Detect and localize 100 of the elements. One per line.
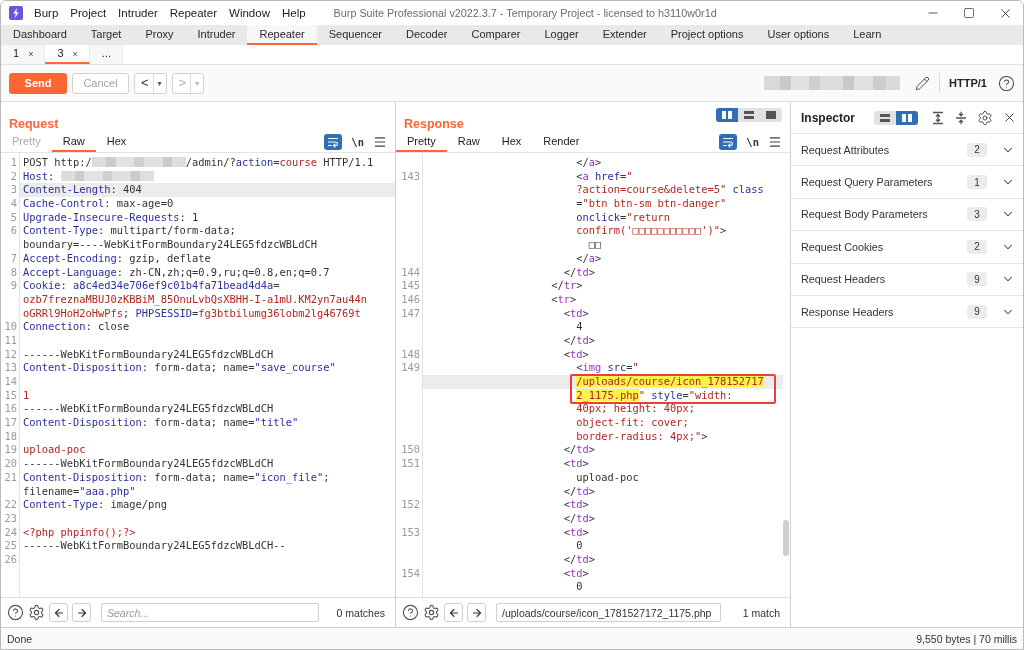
menu-item[interactable]: Help <box>275 5 312 21</box>
line-number: 151 <box>401 457 420 470</box>
code-line: Accept-Encoding: gzip, deflate <box>23 251 211 264</box>
line-number: 1 <box>10 156 17 168</box>
code-line: Host: <box>23 169 155 182</box>
settings-icon[interactable] <box>423 604 440 621</box>
line-number: 144 <box>401 265 420 278</box>
main-tab[interactable]: Proxy <box>133 25 186 45</box>
section-label[interactable]: Request Attributes <box>801 143 890 156</box>
code-line: Content-Type: multipart/form-data; <box>23 224 236 237</box>
main-tab[interactable]: Dashboard <box>1 25 79 45</box>
newline-toggle[interactable]: \n <box>746 136 759 148</box>
session-tab[interactable]: 1 × <box>1 45 46 64</box>
close-tab-button[interactable]: × <box>72 48 78 59</box>
line-number: 15 <box>4 388 17 401</box>
settings-icon[interactable] <box>28 604 45 621</box>
code-line: <td> <box>563 347 589 360</box>
scrollbar-thumb[interactable] <box>783 520 789 556</box>
back-history-dropdown[interactable]: ▾ <box>152 73 166 93</box>
code-line: upload-poc <box>576 470 639 483</box>
close-icon[interactable] <box>1002 110 1017 125</box>
help-icon[interactable] <box>998 74 1015 92</box>
main-tab[interactable]: Logger <box>532 25 591 45</box>
main-tab[interactable]: User options <box>755 25 842 45</box>
main-tab[interactable]: Extender <box>590 25 659 45</box>
expand-vertical-icon[interactable] <box>931 110 945 125</box>
pencil-icon[interactable] <box>915 75 931 91</box>
line-number: 11 <box>4 333 17 346</box>
search-field[interactable]: /uploads/course/icon_1781527172_1175.php <box>496 603 721 622</box>
protocol-label[interactable]: HTTP/1 <box>949 77 987 89</box>
code-line: <?php phpinfo();?> <box>23 525 136 538</box>
menu-item[interactable]: Window <box>223 5 276 21</box>
layout-button[interactable] <box>896 110 918 125</box>
menu-item[interactable]: Repeater <box>163 5 224 21</box>
session-tab[interactable]: 3 × <box>45 45 90 64</box>
newline-toggle[interactable]: \n <box>351 136 364 148</box>
code-line: </td> <box>563 511 595 524</box>
editor-tab[interactable]: Hex <box>95 133 138 152</box>
previous-match-button[interactable] <box>444 603 463 622</box>
maximize-icon[interactable] <box>963 7 975 19</box>
editor-tab[interactable]: Render <box>532 133 591 152</box>
search-field[interactable]: Search... <box>101 603 319 622</box>
wrap-text-icon[interactable] <box>324 134 343 150</box>
next-match-button[interactable] <box>72 603 91 622</box>
count-badge: 2 <box>967 142 987 157</box>
code-line: confirm('□□□□□□□□□□□')"> <box>576 224 727 237</box>
line-number: 13 <box>4 361 17 374</box>
line-number: 2 <box>10 169 17 182</box>
section-label[interactable]: Request Body Parameters <box>801 208 928 221</box>
code-line: ------WebKitFormBoundary24LEG5fdzcWBLdCH-- <box>23 539 286 552</box>
code-line: Cookie: a8c4ed34e706ef9c01b4fa71bead4d4a= <box>23 279 280 292</box>
help-icon[interactable] <box>402 604 419 621</box>
section-label[interactable]: Request Headers <box>801 273 886 286</box>
two-rows-icon <box>880 113 890 122</box>
code-line: </td> <box>563 265 595 278</box>
menu-item[interactable]: Project <box>64 5 113 21</box>
editor-tab[interactable]: Raw <box>51 133 96 152</box>
editor-tab[interactable]: Pretty <box>396 133 447 152</box>
layout-button[interactable] <box>716 108 738 122</box>
code-line: object-fit: cover; <box>576 416 689 429</box>
section-label[interactable]: Response Headers <box>801 305 894 318</box>
code-line: Accept-Language: zh-CN,zh;q=0.9,ru;q=0.8,en;q=0.7 <box>23 265 330 278</box>
code-line: <td> <box>563 306 589 319</box>
previous-match-button[interactable] <box>49 603 68 622</box>
main-tab[interactable]: Sequencer <box>316 25 394 45</box>
main-tab[interactable]: Target <box>78 25 134 45</box>
line-number: 150 <box>401 443 420 456</box>
session-tab[interactable]: ... <box>89 45 123 64</box>
main-tab[interactable]: Repeater <box>247 25 317 45</box>
two-columns-icon <box>902 113 912 122</box>
wrap-text-icon[interactable] <box>719 134 738 150</box>
main-tab[interactable]: Comparer <box>459 25 533 45</box>
close-tab-button[interactable]: × <box>28 48 34 59</box>
code-line: </tr> <box>551 279 583 292</box>
main-tab[interactable]: Learn <box>841 25 894 45</box>
help-icon[interactable] <box>7 604 24 621</box>
count-badge: 2 <box>967 239 987 254</box>
main-tab[interactable]: Intruder <box>185 25 248 45</box>
code-line: <td> <box>563 525 589 538</box>
menu-icon[interactable] <box>373 135 387 149</box>
code-line: <td> <box>563 566 589 579</box>
line-number: 147 <box>401 306 420 319</box>
back-button[interactable]: < <box>135 73 153 93</box>
next-match-button[interactable] <box>467 603 486 622</box>
editor-tab[interactable]: Hex <box>490 133 533 152</box>
code-line: Cache-Control: max-age=0 <box>23 197 174 210</box>
code-line: ?action=course&delete=5" class <box>576 183 764 196</box>
main-tab[interactable]: Project options <box>658 25 756 45</box>
settings-icon[interactable] <box>977 109 993 126</box>
main-tab[interactable]: Decoder <box>393 25 460 45</box>
panel-title: Response <box>404 117 464 131</box>
section-label[interactable]: Request Query Parameters <box>801 176 933 189</box>
menu-item[interactable]: Burp <box>28 5 65 21</box>
section-label[interactable]: Request Cookies <box>801 240 884 253</box>
line-number: 14 <box>4 375 17 387</box>
collapse-vertical-icon[interactable] <box>954 110 968 125</box>
editor-tab[interactable]: Raw <box>446 133 491 152</box>
menu-icon[interactable] <box>768 135 782 149</box>
code-line: <tr> <box>551 292 577 305</box>
menu-item[interactable]: Intruder <box>112 5 164 21</box>
